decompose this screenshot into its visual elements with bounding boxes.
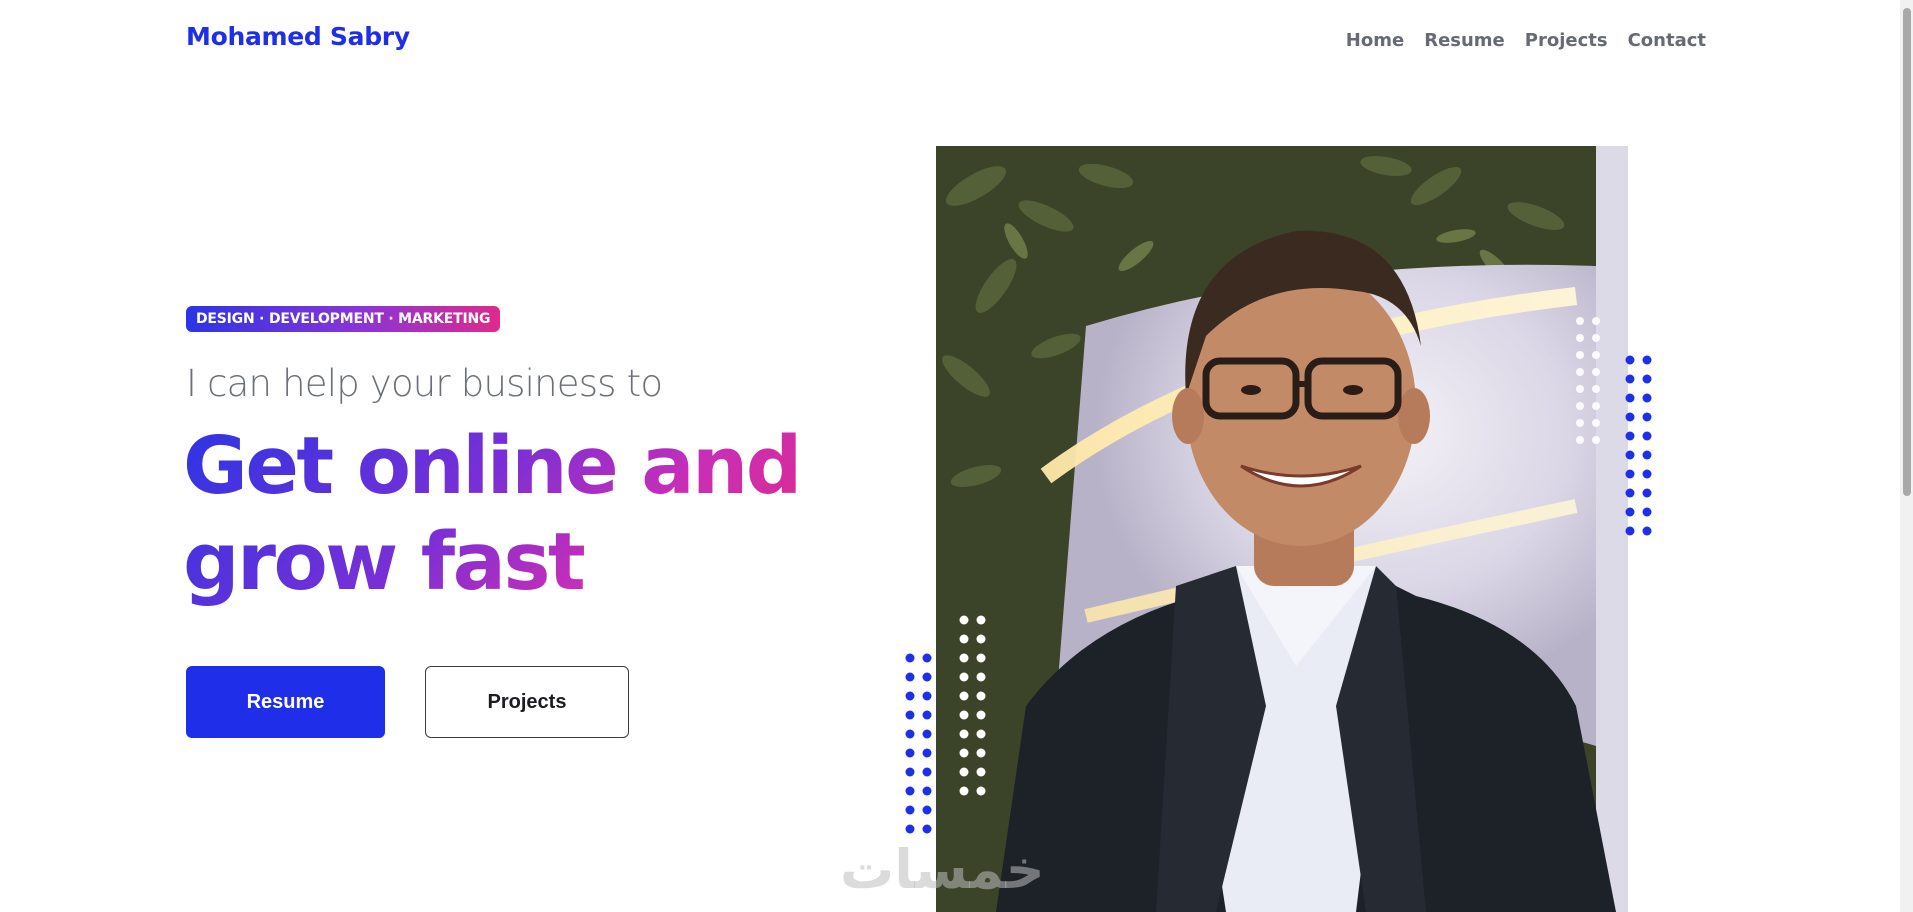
white-dot-grid-left-icon — [959, 615, 986, 796]
services-tagline-badge: DESIGN · DEVELOPMENT · MARKETING — [186, 306, 501, 332]
white-dot-grid-top-icon — [1576, 317, 1600, 444]
hero-headline-line-2: grow fast — [183, 516, 584, 608]
page-scrollbar[interactable] — [1900, 0, 1913, 912]
profile-photo — [936, 146, 1628, 912]
blue-dot-grid-right-icon — [1625, 355, 1652, 536]
page: Mohamed Sabry Home Resume Projects Conta… — [0, 0, 1913, 912]
nav-link-contact[interactable]: Contact — [1628, 30, 1706, 51]
brand-logo-link[interactable]: Mohamed Sabry — [186, 22, 410, 51]
hero-subheading: I can help your business to — [186, 362, 663, 405]
hero-headline-line-1: Get online and — [183, 420, 800, 512]
main-nav: Home Resume Projects Contact — [1346, 30, 1706, 51]
scrollbar-thumb[interactable] — [1903, 8, 1911, 496]
nav-link-resume[interactable]: Resume — [1424, 30, 1505, 51]
resume-button[interactable]: Resume — [186, 666, 385, 738]
watermark-logo: خمسات — [840, 838, 1045, 901]
hero-headline: Get online and grow fast — [183, 418, 800, 610]
blue-dot-grid-left-icon — [905, 653, 932, 834]
nav-link-projects[interactable]: Projects — [1525, 30, 1608, 51]
nav-link-home[interactable]: Home — [1346, 30, 1404, 51]
projects-button[interactable]: Projects — [425, 666, 629, 738]
